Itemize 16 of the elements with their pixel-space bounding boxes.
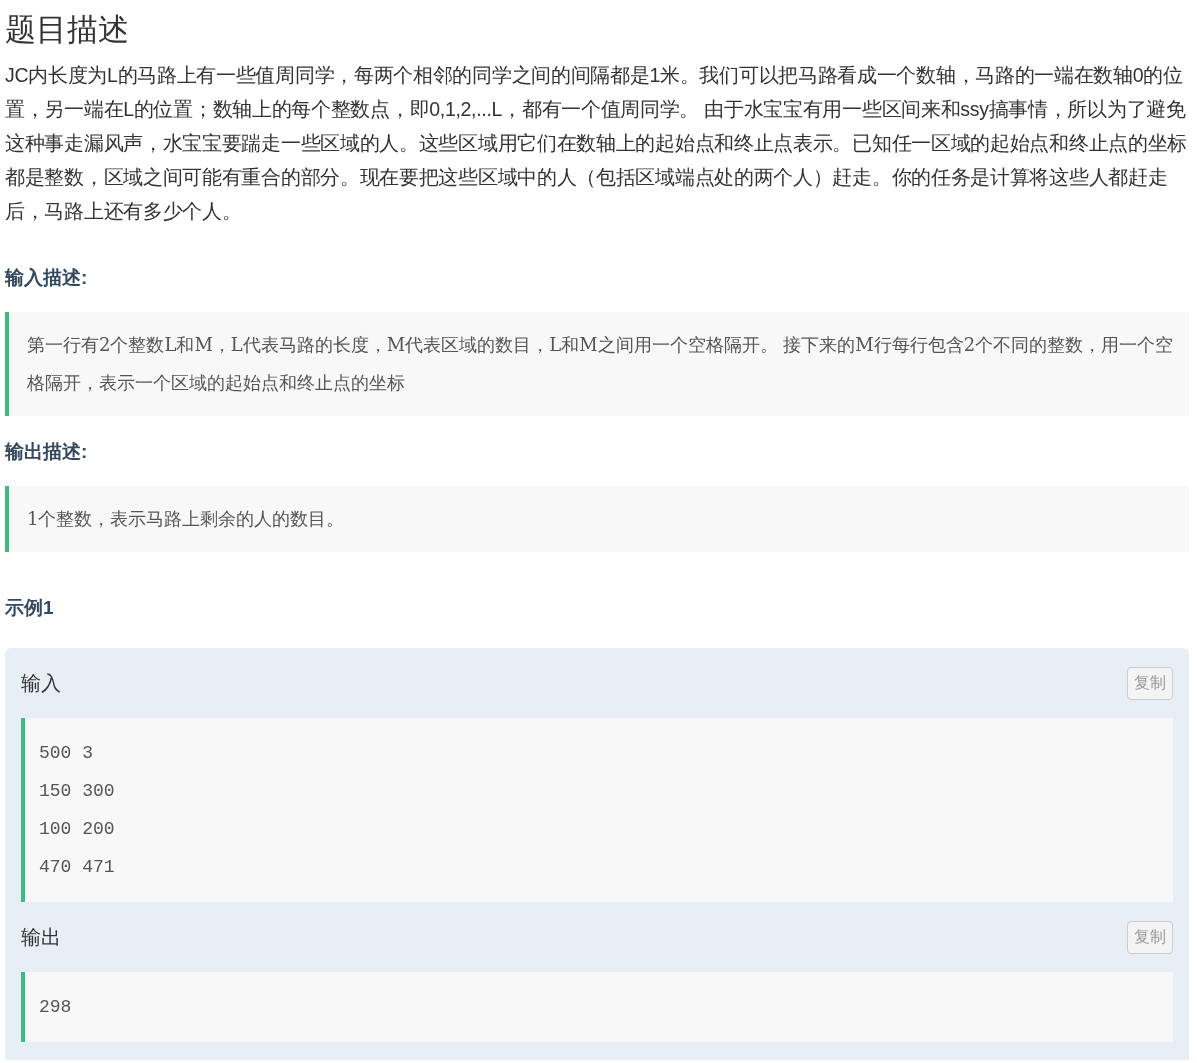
code-line: 100 200 xyxy=(39,818,116,841)
code-line: 470 471 xyxy=(39,856,116,879)
code-line: 298 xyxy=(39,996,73,1019)
code-line: 150 300 xyxy=(39,780,116,803)
section-text: 1个整数，表示马路上剩余的人的数目。 xyxy=(5,486,1189,552)
section-text: 第一行有2个整数L和M，L代表马路的长度，M代表区域的数目，L和M之间用一个空格隔开。 接下来的M行每行包含2个不同的整数，用一个空格隔开，表示一个区域的起始点和终止点的坐标 xyxy=(5,312,1189,416)
copy-button[interactable]: 复制 xyxy=(1127,920,1173,954)
page-title: 题目描述 xyxy=(5,11,130,49)
section-heading: 输出描述: xyxy=(5,440,89,464)
code-line: 500 3 xyxy=(39,742,94,765)
section-heading: 输入描述: xyxy=(5,266,89,290)
block-label: 输出 xyxy=(21,924,61,950)
example-heading: 示例1 xyxy=(5,596,55,620)
description-paragraph: JC内长度为L的马路上有一些值周同学，每两个相邻的同学之间的间隔都是1米。我们可以把马路看成一个数轴，马路的一端在数轴0的位置，另一端在L的位置；数轴上的每个整数点，即0,1,2,...L，都有一个值周同学。 由于水宝宝有用一些区间来和ssy搞事情，所以为了避免这种事走漏风声，水宝宝要踹走一些区域的人。这些区域用它们在数轴上的起始点和终止点表示。已知任一区域的起始点和终止点的坐标都是整数，区域之间可能有重合的部分。现在要把这些区域中的人（包括区域端点处的两个人）赶走。你的任务是计算将这些人都赶走后，马路上还有多少个人。 xyxy=(5,63,1188,224)
copy-button[interactable]: 复制 xyxy=(1127,666,1173,700)
block-label: 输入 xyxy=(21,670,61,696)
